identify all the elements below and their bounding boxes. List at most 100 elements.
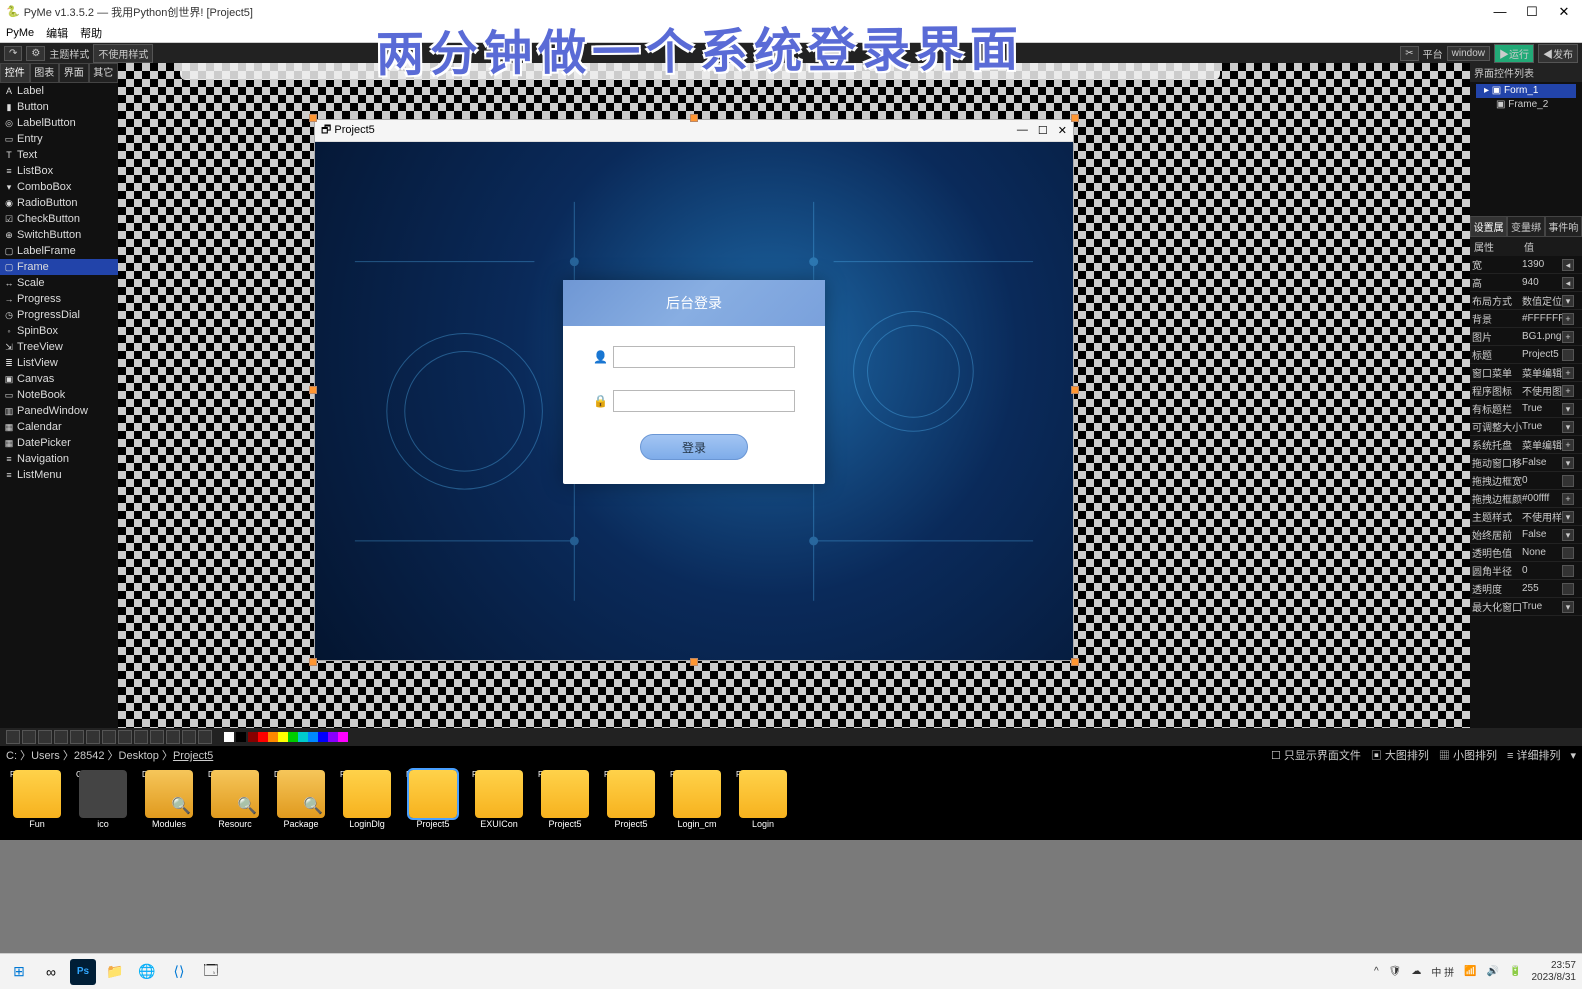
widget-radiobutton[interactable]: ◉RadioButton xyxy=(0,195,118,211)
widget-navigation[interactable]: ≡Navigation xyxy=(0,451,118,467)
prop-row[interactable]: 有标题栏True▾ xyxy=(1470,400,1582,418)
tool-redo-icon[interactable]: ↷ xyxy=(4,46,22,61)
login-button[interactable]: 登录 xyxy=(640,434,748,460)
file-ico[interactable]: COico xyxy=(74,770,132,834)
tool-select-icon[interactable] xyxy=(6,730,20,744)
widget-combobox[interactable]: ▾ComboBox xyxy=(0,179,118,195)
view-small[interactable]: 小图排列 xyxy=(1453,750,1497,762)
design-min-icon[interactable]: — xyxy=(1017,124,1028,137)
tool-tri-icon[interactable] xyxy=(54,730,68,744)
view-detail[interactable]: 详细排列 xyxy=(1516,750,1560,762)
file-resourc[interactable]: DIR🔍Resourc xyxy=(206,770,264,834)
widget-listmenu[interactable]: ≡ListMenu xyxy=(0,467,118,483)
prop-row[interactable]: 拖拽边框颜色#00ffff+ xyxy=(1470,490,1582,508)
tray-chevron-icon[interactable]: ^ xyxy=(1374,966,1379,977)
task-copilot-icon[interactable]: ∞ xyxy=(38,959,64,985)
close-button[interactable]: ✕ xyxy=(1556,4,1572,20)
maximize-button[interactable]: ☐ xyxy=(1524,4,1540,20)
prop-row[interactable]: 标题Project5 xyxy=(1470,346,1582,364)
menu-edit[interactable]: 编辑 xyxy=(46,25,68,41)
prop-row[interactable]: 透明度255 xyxy=(1470,580,1582,598)
design-max-icon[interactable]: ☐ xyxy=(1038,124,1048,137)
prop-row[interactable]: 可调整大小True▾ xyxy=(1470,418,1582,436)
prop-row[interactable]: 宽1390◂ xyxy=(1470,256,1582,274)
theme-dropdown[interactable]: 不使用样式 xyxy=(93,44,153,63)
prop-row[interactable]: 背景#FFFFFF+ xyxy=(1470,310,1582,328)
platform-dropdown[interactable]: window xyxy=(1447,46,1490,61)
prop-row[interactable]: 系统托盘菜单编辑+ xyxy=(1470,436,1582,454)
tool-fill-icon[interactable] xyxy=(182,730,196,744)
task-edge-icon[interactable]: 🌐 xyxy=(134,959,160,985)
tray-onedrive-icon[interactable]: ☁ xyxy=(1411,966,1421,977)
file-exuicon[interactable]: FILEEXUICon xyxy=(470,770,528,834)
tool-rrect-icon[interactable] xyxy=(86,730,100,744)
prop-row[interactable]: 拖动窗口移False▾ xyxy=(1470,454,1582,472)
tool-x-icon[interactable] xyxy=(198,730,212,744)
tool-config-icon[interactable]: ⚙ xyxy=(26,46,45,61)
tray-ime[interactable]: 中 拼 xyxy=(1431,964,1454,979)
tab-props[interactable]: 设置属 xyxy=(1470,216,1507,237)
swatch[interactable] xyxy=(224,732,234,742)
file-package[interactable]: DIR🔍Package xyxy=(272,770,330,834)
tool-star-icon[interactable] xyxy=(166,730,180,744)
menu-help[interactable]: 帮助 xyxy=(80,25,102,41)
tool-drop-icon[interactable] xyxy=(134,730,148,744)
prop-row[interactable]: 窗口菜单菜单编辑+ xyxy=(1470,364,1582,382)
widget-checkbutton[interactable]: ☑CheckButton xyxy=(0,211,118,227)
file-project5[interactable]: PY-CMProject5 xyxy=(536,770,594,834)
prop-row[interactable]: 圆角半径0 xyxy=(1470,562,1582,580)
widget-listview[interactable]: ≣ListView xyxy=(0,355,118,371)
tray-wifi-icon[interactable]: 📶 xyxy=(1464,966,1476,977)
widget-text[interactable]: TText xyxy=(0,147,118,163)
tool-curve-icon[interactable] xyxy=(150,730,164,744)
prop-row[interactable]: 图片BG1.png+ xyxy=(1470,328,1582,346)
tray-shield-icon[interactable]: 🛡 xyxy=(1389,966,1402,977)
file-login_cm[interactable]: PY-CMLogin_cm xyxy=(668,770,726,834)
tab-ui[interactable]: 界面 xyxy=(59,63,89,83)
filter-uifiles[interactable]: 只显示界面文件 xyxy=(1284,750,1361,762)
tab-widgets[interactable]: 控件 xyxy=(0,63,30,83)
start-button[interactable]: ⊞ xyxy=(6,959,32,985)
task-explorer-icon[interactable]: 📁 xyxy=(102,959,128,985)
prop-row[interactable]: 高940◂ xyxy=(1470,274,1582,292)
widget-treeview[interactable]: ⇲TreeView xyxy=(0,339,118,355)
widget-progress[interactable]: →Progress xyxy=(0,291,118,307)
tool-diamond-icon[interactable] xyxy=(102,730,116,744)
widget-entry[interactable]: ▭Entry xyxy=(0,131,118,147)
widget-canvas[interactable]: ▣Canvas xyxy=(0,371,118,387)
tab-events[interactable]: 事件响 xyxy=(1545,216,1582,237)
widget-datepicker[interactable]: ▦DatePicker xyxy=(0,435,118,451)
file-modules[interactable]: DIR🔍Modules xyxy=(140,770,198,834)
run-button[interactable]: ▶运行 xyxy=(1494,44,1534,63)
design-canvas[interactable]: 🗗 Project5 — ☐ ✕ xyxy=(118,63,1470,728)
prop-row[interactable]: 最大化窗口True▾ xyxy=(1470,598,1582,616)
prop-row[interactable]: 透明色值None xyxy=(1470,544,1582,562)
prop-row[interactable]: 布局方式数值定位▾ xyxy=(1470,292,1582,310)
tree-frame2[interactable]: ▣ Frame_2 xyxy=(1476,98,1576,112)
widget-labelframe[interactable]: ▢LabelFrame xyxy=(0,243,118,259)
tree-form1[interactable]: ▸ ▣ Form_1 xyxy=(1476,84,1576,98)
tool-line-icon[interactable] xyxy=(22,730,36,744)
file-project5[interactable]: PY-STProject5 xyxy=(602,770,660,834)
palette[interactable] xyxy=(248,732,348,742)
tab-charts[interactable]: 图表 xyxy=(30,63,60,83)
path-seg[interactable]: Users xyxy=(31,750,60,762)
file-logindlg[interactable]: FILELoginDlg xyxy=(338,770,396,834)
path-seg[interactable]: Project5 xyxy=(173,750,213,762)
tool-check-icon[interactable] xyxy=(38,730,52,744)
file-login[interactable]: PY-WILogin xyxy=(734,770,792,834)
path-seg[interactable]: 28542 xyxy=(74,750,105,762)
widget-progressdial[interactable]: ◷ProgressDial xyxy=(0,307,118,323)
username-input[interactable] xyxy=(613,346,795,368)
menu-pyme[interactable]: PyMe xyxy=(6,27,34,39)
task-vscode-icon[interactable]: ⟨⟩ xyxy=(166,959,192,985)
minimize-button[interactable]: — xyxy=(1492,4,1508,20)
widget-calendar[interactable]: ▦Calendar xyxy=(0,419,118,435)
widget-listbox[interactable]: ≡ListBox xyxy=(0,163,118,179)
path-seg[interactable]: Desktop xyxy=(119,750,159,762)
widget-switchbutton[interactable]: ⊕SwitchButton xyxy=(0,227,118,243)
prop-row[interactable]: 拖拽边框宽度0 xyxy=(1470,472,1582,490)
view-large[interactable]: 大图排列 xyxy=(1385,750,1429,762)
widget-labelbutton[interactable]: ◎LabelButton xyxy=(0,115,118,131)
tool-circle-icon[interactable] xyxy=(118,730,132,744)
